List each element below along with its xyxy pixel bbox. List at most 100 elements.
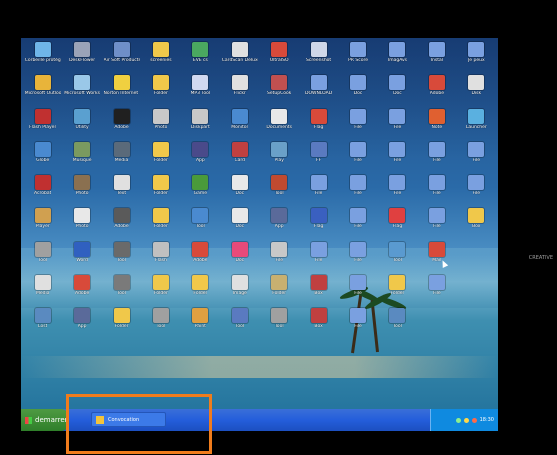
desktop-icon[interactable]: DOWNLOAD	[299, 75, 338, 108]
desktop-icon[interactable]: Folder	[141, 75, 180, 108]
desktop-icon[interactable]: Folder	[102, 308, 141, 341]
desktop-icon[interactable]: File	[338, 208, 377, 241]
desktop-icon[interactable]: Adobe	[62, 274, 101, 308]
desktop-icon[interactable]: Photo	[141, 108, 180, 142]
desktop-icon[interactable]: MP3 Tool	[181, 75, 220, 108]
security-icon[interactable]	[471, 417, 477, 423]
desktop-icon[interactable]: Documents	[260, 108, 299, 142]
start-button[interactable]: demarrer	[21, 409, 69, 431]
desktop-icon[interactable]: Box	[299, 308, 338, 341]
desktop-icon[interactable]: File	[457, 175, 496, 208]
desktop-icon[interactable]: Player	[23, 208, 62, 241]
desktop-icon[interactable]: File	[338, 308, 377, 341]
desktop-icon[interactable]: Doc	[220, 241, 259, 275]
desktop-icon[interactable]: Adobe	[102, 208, 141, 241]
desktop-icon[interactable]: File	[260, 241, 299, 275]
desktop-icon[interactable]: Monitor	[220, 108, 259, 142]
desktop-icon[interactable]: Tool	[141, 308, 180, 341]
desktop-icon[interactable]: CardScan Deluxe 8.0	[220, 42, 259, 75]
desktop-icon[interactable]: Flag	[299, 108, 338, 142]
desktop-icon[interactable]: Photo	[62, 208, 101, 241]
desktop-icon[interactable]: Je peux	[457, 42, 496, 75]
desktop-icon[interactable]: Flag	[299, 208, 338, 241]
desktop-icon[interactable]: Norton Internet Security	[102, 75, 141, 108]
system-tray[interactable]: 18:30	[430, 409, 498, 431]
desktop-icon[interactable]: File	[338, 274, 377, 308]
desktop-icon[interactable]: Folder	[141, 208, 180, 241]
desktop-icon[interactable]: DeskFlower	[62, 42, 101, 75]
desktop-icon[interactable]: SetupCook	[260, 75, 299, 108]
desktop-icon[interactable]: File	[338, 241, 377, 275]
desktop-icon[interactable]: File	[299, 175, 338, 208]
volume-icon[interactable]	[463, 417, 469, 423]
desktop-icon[interactable]: Musique	[62, 141, 101, 175]
desktop-icon[interactable]: Card	[220, 141, 259, 175]
desktop-icon[interactable]: Doc	[338, 75, 377, 108]
desktop-icon[interactable]: Launcher	[457, 108, 496, 142]
desktop-icon[interactable]: File	[378, 108, 417, 142]
desktop-icon[interactable]: File	[338, 108, 377, 142]
desktop-icon[interactable]: File	[299, 241, 338, 275]
desktop-icon[interactable]: Doc	[220, 175, 259, 208]
desktop-icon[interactable]: Folder	[181, 274, 220, 308]
desktop-icon[interactable]: App	[260, 208, 299, 241]
desktop-icon[interactable]: Adobe	[181, 241, 220, 275]
desktop-icon[interactable]: Tool	[23, 241, 62, 275]
desktop-icon[interactable]: File	[378, 175, 417, 208]
desktop-icon[interactable]: File	[417, 141, 456, 175]
desktop-icon[interactable]: Flash Player	[23, 108, 62, 142]
desktop-icon[interactable]: Instal	[417, 42, 456, 75]
desktop-icon[interactable]: Folder	[141, 274, 180, 308]
desktop-icon[interactable]: File	[338, 141, 377, 175]
desktop-icon[interactable]: Box	[457, 208, 496, 241]
desktop-icon[interactable]: Screenshot	[299, 42, 338, 75]
desktop-icon[interactable]: Tool	[260, 308, 299, 341]
desktop-icon[interactable]: Word	[62, 241, 101, 275]
desktop-icon[interactable]: File	[378, 141, 417, 175]
desktop-icon[interactable]: Diskpart	[181, 108, 220, 142]
desktop-icon[interactable]: Flickr	[220, 75, 259, 108]
desktop-icon[interactable]: Disk	[457, 75, 496, 108]
desktop-icon[interactable]: Play	[260, 141, 299, 175]
desktop-icon[interactable]: Adobe	[417, 75, 456, 108]
desktop-icon[interactable]: File	[417, 274, 456, 308]
desktop-icon[interactable]: File	[417, 208, 456, 241]
desktop-icon[interactable]: EVE cs	[181, 42, 220, 75]
desktop-icon[interactable]: Note	[417, 108, 456, 142]
desktop-icon[interactable]: FF	[299, 141, 338, 175]
desktop-icon[interactable]: Utility	[62, 108, 101, 142]
clock[interactable]: 18:30	[480, 417, 494, 423]
desktop-icon[interactable]: Tool	[102, 274, 141, 308]
desktop-icon[interactable]: Mail	[417, 241, 456, 275]
desktop-icon[interactable]: Doc	[220, 208, 259, 241]
desktop-icon[interactable]: Text	[102, 175, 141, 208]
desktop-icon[interactable]: Lost	[23, 308, 62, 341]
desktop-icon[interactable]: Tool	[378, 308, 417, 341]
desktop-icon[interactable]: Microsoft Outlook	[23, 75, 62, 108]
desktop-icon[interactable]: Folder	[260, 274, 299, 308]
network-icon[interactable]	[455, 417, 461, 423]
desktop-icon[interactable]: Air Soft Products	[102, 42, 141, 75]
desktop-icon[interactable]: File	[417, 175, 456, 208]
desktop-icon[interactable]: Flash	[141, 241, 180, 275]
desktop-icon[interactable]: Folder	[378, 274, 417, 308]
desktop-icon[interactable]: Image	[220, 274, 259, 308]
desktop-icon[interactable]: Folder	[141, 141, 180, 175]
desktop-icon[interactable]: Acrobat	[23, 175, 62, 208]
desktop-icon[interactable]: File	[338, 175, 377, 208]
desktop-icon[interactable]: Media	[23, 274, 62, 308]
desktop-icon[interactable]: UltraISO	[260, 42, 299, 75]
desktop-icon[interactable]: Folder	[141, 175, 180, 208]
desktop-icon[interactable]: Globe	[23, 141, 62, 175]
desktop-icon[interactable]: Tool	[220, 308, 259, 341]
desktop-icon[interactable]: Media	[102, 141, 141, 175]
desktop-icon[interactable]: Box	[299, 274, 338, 308]
desktop-icon[interactable]: screenies	[141, 42, 180, 75]
desktop-icon[interactable]: Tool	[181, 208, 220, 241]
desktop-icon[interactable]: PR Score	[338, 42, 377, 75]
desktop-icon[interactable]: App	[62, 308, 101, 341]
desktop-icon[interactable]: Game	[181, 175, 220, 208]
desktop-icon[interactable]: Photo	[62, 175, 101, 208]
desktop-icon[interactable]: Adobe	[102, 108, 141, 142]
desktop-icon[interactable]: App	[181, 141, 220, 175]
